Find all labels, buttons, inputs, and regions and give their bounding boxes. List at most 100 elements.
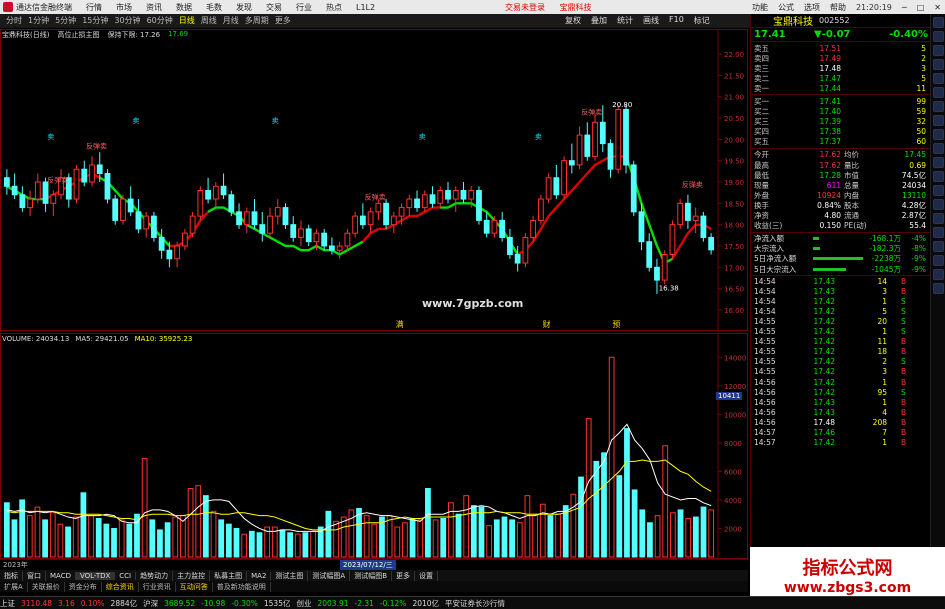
period-daily[interactable]: 日线 (179, 15, 195, 26)
tab-new-features[interactable]: 普及新功能说明 (213, 581, 271, 592)
tab-settings[interactable]: 设置 (415, 570, 439, 581)
trend-icon[interactable] (933, 255, 944, 266)
menu-industry[interactable]: 行业 (296, 2, 312, 13)
tick-volume: 2 (882, 357, 887, 367)
menu-news[interactable]: 资讯 (146, 2, 162, 13)
menu-l1l2[interactable]: L1L2 (356, 3, 375, 12)
menu-market[interactable]: 市场 (116, 2, 132, 13)
menu-hotspot[interactable]: 热点 (326, 2, 342, 13)
app-icon[interactable] (933, 227, 944, 238)
period-30min[interactable]: 30分钟 (114, 15, 140, 26)
tab-related-quote[interactable]: 关联报价 (28, 581, 65, 592)
calendar-icon[interactable] (933, 157, 944, 168)
info-icon[interactable] (933, 199, 944, 210)
list-icon[interactable] (933, 59, 944, 70)
tool-f10[interactable]: F10 (669, 15, 684, 26)
menu-maoshu[interactable]: 毛数 (206, 2, 222, 13)
news-icon[interactable] (933, 143, 944, 154)
tick-side: S (901, 387, 906, 397)
volume-chart[interactable]: 14000 12000 10000 8000 6000 4000 2000 (0, 333, 748, 559)
tab-extend-a[interactable]: 扩展A (0, 581, 28, 592)
period-multi[interactable]: 多周期 (245, 15, 269, 26)
candle-body (96, 164, 103, 174)
volume-bar (3, 502, 10, 558)
maximize-button[interactable]: □ (917, 3, 925, 12)
chart-annotation: 卖 (419, 133, 426, 141)
candle-body (654, 266, 660, 281)
star-icon[interactable] (933, 101, 944, 112)
tab-general-news[interactable]: 综合资讯 (102, 581, 139, 592)
tab-trend-power[interactable]: 趋势动力 (136, 570, 174, 581)
minimize-button[interactable]: ─ (902, 3, 907, 12)
menu-formula[interactable]: 公式 (778, 2, 794, 13)
tab-industry-news[interactable]: 行业资讯 (139, 581, 176, 592)
price-chart[interactable]: 22.00 21.50 21.00 20.50 20.00 19.50 19.00 18.50… (0, 29, 748, 331)
menu-help[interactable]: 帮助 (830, 2, 846, 13)
message-icon[interactable] (933, 213, 944, 224)
chart-annotation: 16.38 (659, 284, 679, 292)
period-5min[interactable]: 5分钟 (55, 15, 76, 26)
period-more[interactable]: 更多 (275, 15, 291, 26)
candle-body (375, 202, 382, 213)
candle-body (398, 207, 405, 217)
ask-row: 卖五 17.51 5 (751, 43, 930, 53)
tab-more[interactable]: 更多 (392, 570, 416, 581)
refresh-icon[interactable] (933, 31, 944, 42)
volume-bar (685, 517, 692, 558)
tool-stats[interactable]: 统计 (617, 15, 633, 26)
y-tick-label: 21.00 (724, 94, 744, 102)
close-button[interactable]: ✕ (934, 3, 941, 12)
fund-icon[interactable] (933, 171, 944, 182)
period-weekly[interactable]: 周线 (201, 15, 217, 26)
tool-overlay[interactable]: 叠加 (591, 15, 607, 26)
grid-icon[interactable] (933, 87, 944, 98)
tool-adjust[interactable]: 复权 (565, 15, 581, 26)
tab-indicator[interactable]: 指标 (0, 570, 23, 581)
period-60min[interactable]: 60分钟 (147, 15, 173, 26)
status-item: 2884亿 (110, 598, 138, 608)
phone-icon[interactable] (933, 269, 944, 280)
tab-test-sub-a[interactable]: 测试幅图A (308, 570, 351, 581)
link-icon[interactable] (933, 241, 944, 252)
menu-data[interactable]: 数据 (176, 2, 192, 13)
chart-icon[interactable] (933, 73, 944, 84)
gear-icon[interactable] (933, 17, 944, 28)
search-icon[interactable] (933, 129, 944, 140)
tool-draw[interactable]: 画线 (643, 15, 659, 26)
tab-test-sub-b[interactable]: 测试幅图B (350, 570, 393, 581)
tab-test-main[interactable]: 测试主图 (271, 570, 309, 581)
menu-discover[interactable]: 发现 (236, 2, 252, 13)
tab-main-monitor[interactable]: 主力监控 (173, 570, 211, 581)
login-status[interactable]: 交易未登录 (505, 3, 545, 12)
vol-value: VOLUME: 24034.13 (2, 335, 70, 343)
menu-quotes[interactable]: 行情 (86, 2, 102, 13)
volume-bar (662, 445, 669, 558)
lock-icon[interactable] (933, 185, 944, 196)
volume-bar (425, 488, 431, 558)
candle-body (468, 190, 475, 200)
menu-trade[interactable]: 交易 (266, 2, 282, 13)
tick-list[interactable]: 14:54 17.43 14 B 14:54 17.43 3 B 14:54 17.42 1 S 14:… (751, 276, 930, 448)
tab-window[interactable]: 窗口 (23, 570, 46, 581)
tab-vol-tdx[interactable]: VOL-TDX (75, 571, 116, 580)
tab-macd[interactable]: MACD (46, 571, 76, 580)
tab-private-main[interactable]: 私募主图 (210, 570, 248, 581)
volume-bar (195, 485, 202, 558)
period-monthly[interactable]: 月线 (223, 15, 239, 26)
tab-cci[interactable]: CCI (115, 571, 137, 580)
volume-bar (141, 458, 148, 558)
tab-qa[interactable]: 互动问答 (176, 581, 213, 592)
period-timeshare[interactable]: 分时 (6, 15, 22, 26)
chart-indicator-name[interactable]: 高位止损主图 (57, 30, 99, 40)
menu-options[interactable]: 选项 (804, 2, 820, 13)
volume-bar (210, 510, 217, 558)
help-icon[interactable] (933, 283, 944, 294)
bell-icon[interactable] (933, 45, 944, 56)
tool-mark[interactable]: 标记 (694, 15, 710, 26)
menu-functions[interactable]: 功能 (752, 2, 768, 13)
period-1min[interactable]: 1分钟 (28, 15, 49, 26)
period-15min[interactable]: 15分钟 (82, 15, 108, 26)
tab-ma2[interactable]: MA2 (247, 571, 272, 580)
tab-fund-distribution[interactable]: 资金分布 (65, 581, 102, 592)
user-icon[interactable] (933, 115, 944, 126)
